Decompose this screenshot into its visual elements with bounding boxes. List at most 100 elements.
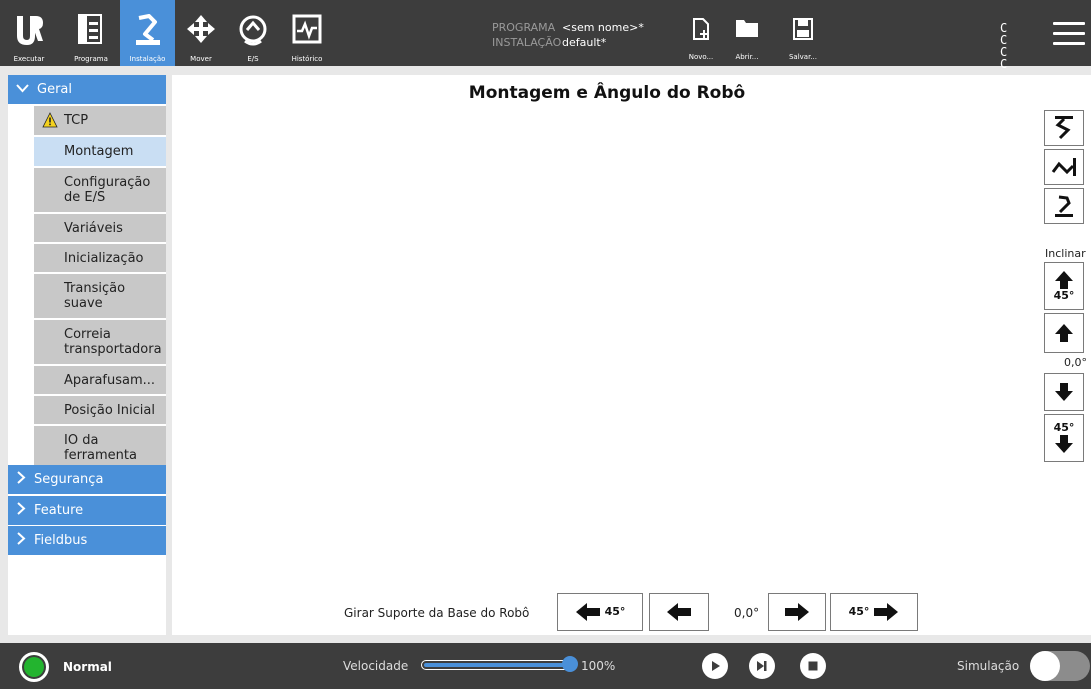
robot-arm-icon xyxy=(135,14,160,45)
chevron-down-icon xyxy=(16,82,29,97)
sidebar-section-fieldbus[interactable]: Fieldbus xyxy=(8,526,166,555)
sidebar-item-tcp[interactable]: TCP xyxy=(34,106,166,135)
sidebar-item-label: Variáveis xyxy=(64,220,123,236)
tilt-label: Inclinar xyxy=(1045,247,1086,260)
arrow-up-icon xyxy=(1055,324,1073,342)
tilt-up-button[interactable] xyxy=(1044,313,1084,353)
open-button[interactable]: Abrir... xyxy=(723,0,771,66)
save-button[interactable]: Salvar... xyxy=(779,0,827,66)
main-panel: Montagem e Ângulo do Robô Inclinar 45° 0… xyxy=(172,75,1091,635)
tilt-down-button[interactable] xyxy=(1044,373,1084,411)
sidebar-item-home[interactable]: Posição Inicial xyxy=(34,396,166,424)
tilt-down-45-label: 45° xyxy=(1053,421,1075,434)
step-icon xyxy=(757,661,767,671)
nav-run-label: Executar xyxy=(13,55,45,63)
sidebar-item-label: Montagem xyxy=(64,144,134,159)
sidebar-item-io-setup[interactable]: Configuração de E/S xyxy=(34,168,166,212)
app: Executar Programa Instalação Mover E/S H… xyxy=(0,0,1091,689)
sidebar-item-label: Transição suave xyxy=(64,281,126,311)
sidebar-item-label: Posição Inicial xyxy=(64,402,155,418)
arrow-left-icon xyxy=(667,603,691,621)
nav-log-button[interactable]: Histórico xyxy=(282,0,332,66)
save-label: Salvar... xyxy=(788,53,818,61)
sidebar-section-general[interactable]: Geral xyxy=(8,75,166,104)
speed-slider[interactable] xyxy=(421,660,571,670)
menu-icon[interactable] xyxy=(1053,22,1085,52)
io-gauge-icon xyxy=(239,15,267,46)
mount-floor-button[interactable] xyxy=(1044,188,1084,224)
nav-io-button[interactable]: E/S xyxy=(230,0,276,66)
warning-icon xyxy=(42,112,58,128)
nav-installation-button[interactable]: Instalação xyxy=(120,0,175,66)
sidebar-item-tool-io[interactable]: IO da ferramenta xyxy=(34,426,166,470)
robot-status-indicator[interactable] xyxy=(19,652,49,682)
nav-move-button[interactable]: Mover xyxy=(178,0,224,66)
program-icon xyxy=(78,14,102,44)
sidebar-item-smooth-transition[interactable]: Transição suave xyxy=(34,274,166,318)
nav-io-label: E/S xyxy=(247,55,259,63)
rotate-right-45-button[interactable]: 45° xyxy=(830,593,918,631)
open-label: Abrir... xyxy=(735,53,759,61)
nav-program-button[interactable]: Programa xyxy=(65,0,117,66)
simulation-toggle-knob[interactable] xyxy=(1030,651,1060,681)
top-bar: Executar Programa Instalação Mover E/S H… xyxy=(0,0,1091,70)
sidebar-item-conveyor[interactable]: Correia transportadora xyxy=(34,320,166,364)
mount-ceiling-button[interactable] xyxy=(1044,110,1084,146)
nav-log-label: Histórico xyxy=(291,55,323,63)
robot-status-text: Normal xyxy=(63,660,112,674)
move-arrows-icon xyxy=(187,15,215,43)
speed-slider-fill xyxy=(424,663,568,667)
speed-slider-thumb[interactable] xyxy=(562,656,578,672)
arrow-right-icon xyxy=(785,603,809,621)
nav-move-label: Mover xyxy=(190,55,212,63)
speed-label: Velocidade xyxy=(343,659,409,673)
sidebar-item-label: TCP xyxy=(64,113,89,128)
rotate-label: Girar Suporte da Base do Robô xyxy=(344,606,530,620)
control-indicator-row: C C xyxy=(1000,45,1011,71)
program-key: PROGRAMA xyxy=(492,21,556,34)
sidebar-item-label: Correia transportadora xyxy=(64,327,162,357)
new-file-icon xyxy=(693,18,709,40)
section-label: Geral xyxy=(37,82,72,97)
tilt-value: 0,0° xyxy=(1064,356,1087,369)
nav-program-label: Programa xyxy=(74,55,108,63)
section-label: Segurança xyxy=(34,472,104,487)
rotate-left-45-label: 45° xyxy=(604,605,626,618)
rotate-left-button[interactable] xyxy=(649,593,709,631)
arrow-right-icon xyxy=(874,603,899,621)
tilt-up-45-button[interactable]: 45° xyxy=(1044,262,1084,310)
mount-wall-button[interactable] xyxy=(1044,149,1084,185)
sidebar-item-variables[interactable]: Variáveis xyxy=(34,214,166,242)
folder-icon xyxy=(736,20,758,37)
sidebar-item-screwdriving[interactable]: Aparafusam... xyxy=(34,366,166,394)
sidebar-item-startup[interactable]: Inicialização xyxy=(34,244,166,272)
sidebar-section-features[interactable]: Feature xyxy=(8,496,166,525)
sidebar-item-mounting[interactable]: Montagem xyxy=(34,137,166,166)
tilt-up-45-label: 45° xyxy=(1053,289,1075,302)
nav-installation-label: Instalação xyxy=(129,55,166,63)
rotate-right-button[interactable] xyxy=(768,593,826,631)
tilt-down-45-button[interactable]: 45° xyxy=(1044,414,1084,462)
step-button[interactable] xyxy=(749,653,775,679)
stop-button[interactable] xyxy=(800,653,826,679)
section-label: Fieldbus xyxy=(34,533,88,548)
control-indicator: C C C C xyxy=(1000,22,1030,70)
robot-ceiling-icon xyxy=(1055,116,1073,140)
chevron-right-icon xyxy=(16,502,26,519)
simulation-label: Simulação xyxy=(957,659,1020,673)
arrow-up-icon xyxy=(1055,271,1073,289)
new-label: Novo... xyxy=(688,53,714,61)
installation-key: INSTALAÇÃO xyxy=(492,36,562,49)
chevron-right-icon xyxy=(16,532,26,549)
nav-run-button[interactable]: Executar xyxy=(0,0,58,66)
section-label: Feature xyxy=(34,503,84,518)
rotate-left-45-button[interactable]: 45° xyxy=(557,593,643,631)
program-info: PROGRAMA <sem nome>* INSTALAÇÃOdefault* xyxy=(492,20,644,50)
save-disk-icon xyxy=(793,18,813,40)
sidebar: Geral TCP Montagem Configuração de E/S V… xyxy=(8,75,166,635)
sidebar-section-safety[interactable]: Segurança xyxy=(8,465,166,494)
program-name: <sem nome>* xyxy=(562,21,644,34)
play-button[interactable] xyxy=(702,653,728,679)
new-button[interactable]: Novo... xyxy=(677,0,725,66)
control-indicator-row: C C xyxy=(1000,21,1011,47)
